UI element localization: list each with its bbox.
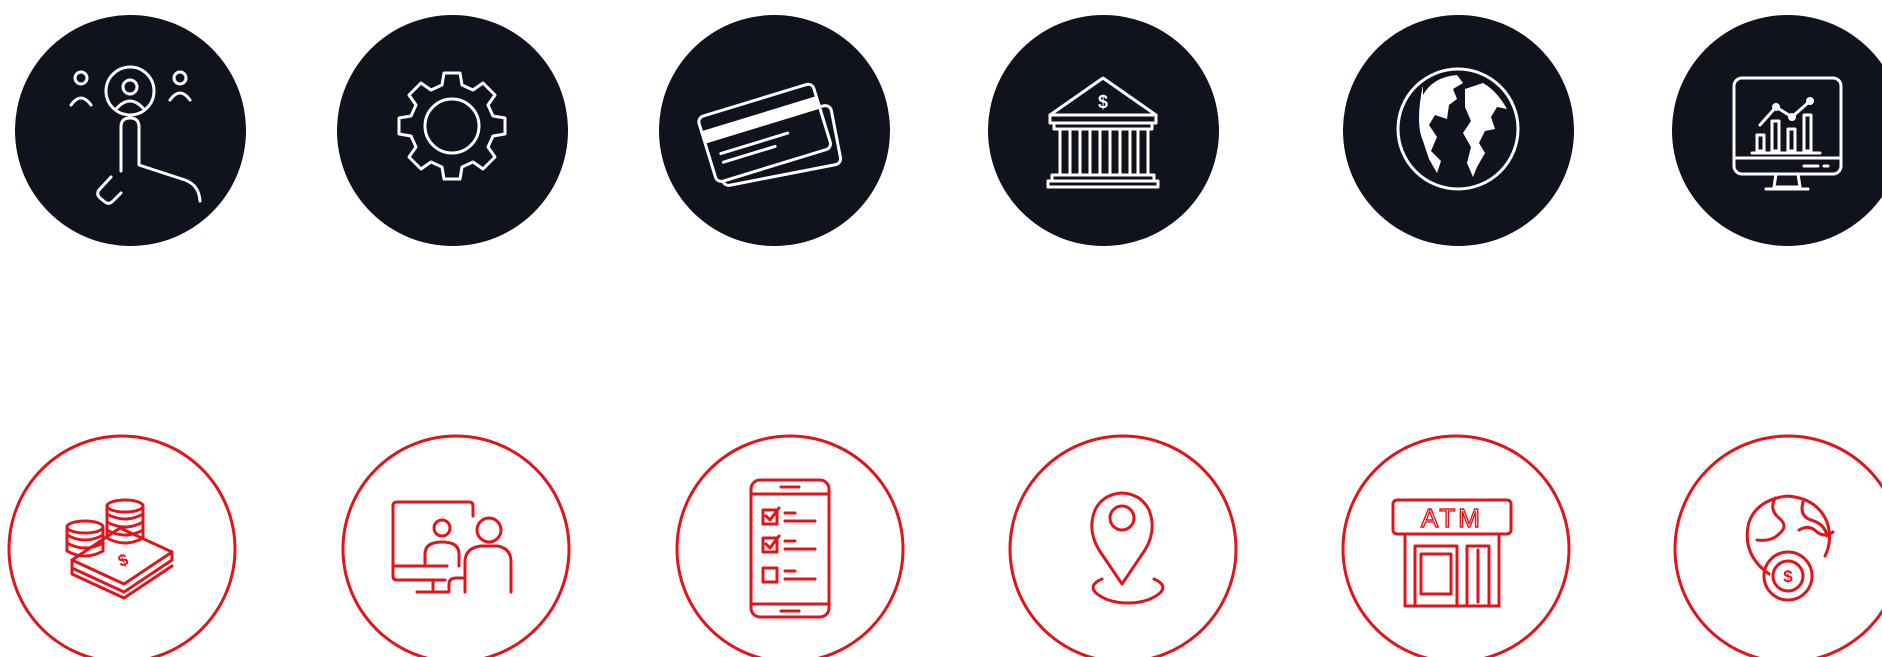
global-currency-icon: $	[1673, 434, 1882, 657]
bank-dollar-sign: $	[1098, 92, 1108, 112]
monitor-chart-icon	[1672, 15, 1882, 246]
outline-circle-atm: ATM	[1341, 434, 1571, 657]
mobile-checklist-icon	[675, 434, 905, 657]
money-dollar-sign: $	[115, 550, 131, 571]
dark-circle-bank: $	[988, 15, 1219, 246]
location-pin-icon	[1008, 434, 1238, 657]
dark-circle-user-touch	[15, 15, 246, 246]
outline-circle-money-coins: $	[7, 434, 237, 657]
dark-circle-globe	[1343, 15, 1574, 246]
gear-icon	[337, 15, 568, 246]
bank-icon: $	[988, 15, 1219, 246]
money-coins-icon: $	[7, 434, 237, 657]
atm-label: ATM	[1421, 503, 1483, 533]
dark-circle-gear	[337, 15, 568, 246]
currency-dollar-sign: $	[1783, 567, 1793, 586]
atm-icon: ATM	[1341, 434, 1571, 657]
outline-circle-location-pin	[1008, 434, 1238, 657]
dark-circle-credit-cards	[659, 15, 890, 246]
dark-circle-monitor-chart	[1672, 15, 1882, 246]
outline-circle-video-meeting	[341, 434, 571, 657]
video-meeting-icon	[341, 434, 571, 657]
icon-set-canvas: $ $ ATM $	[0, 0, 1882, 657]
outline-circle-global-currency: $	[1673, 434, 1882, 657]
user-touch-icon	[15, 15, 246, 246]
globe-icon	[1343, 15, 1574, 246]
credit-cards-icon	[659, 15, 890, 246]
outline-circle-mobile-checklist	[675, 434, 905, 657]
